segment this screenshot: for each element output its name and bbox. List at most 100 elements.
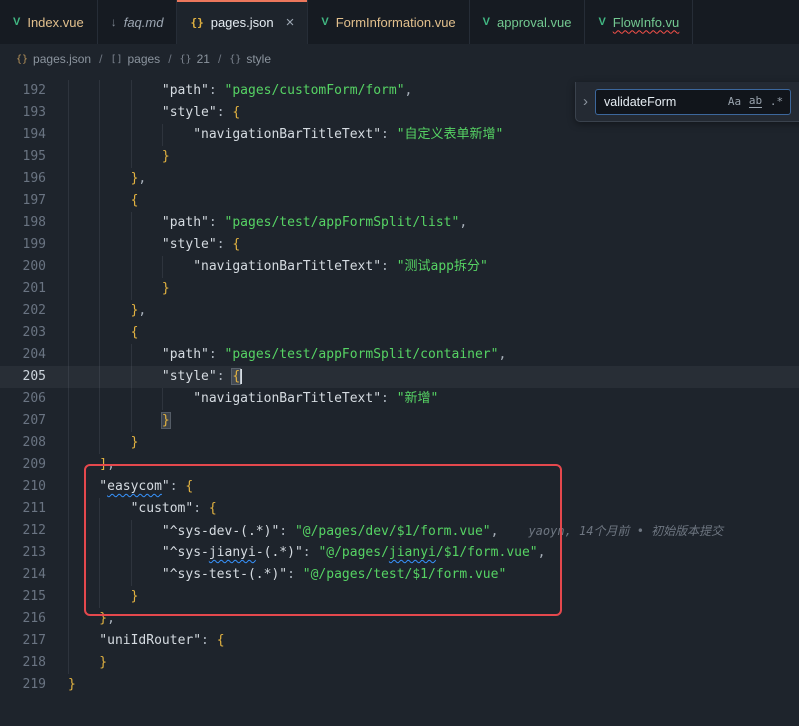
line-number[interactable]: 214 — [0, 564, 68, 586]
code-token: : — [381, 259, 397, 274]
indent-guide — [68, 630, 99, 652]
symbol-icon: {} — [180, 54, 192, 65]
code-token: "navigationBarTitleText" — [193, 391, 381, 406]
line-number[interactable]: 215 — [0, 586, 68, 608]
code-line-203[interactable]: 203{ — [0, 322, 799, 344]
code-line-198[interactable]: 198"path": "pages/test/appFormSplit/list… — [0, 212, 799, 234]
indent-guide — [68, 322, 99, 344]
editor[interactable]: 192"path": "pages/customForm/form",193"s… — [0, 74, 799, 726]
line-number[interactable]: 219 — [0, 674, 68, 696]
line-number[interactable]: 202 — [0, 300, 68, 322]
code-line-212[interactable]: 212"^sys-dev-(.*)": "@/pages/dev/$1/form… — [0, 520, 799, 542]
code-line-214[interactable]: 214"^sys-test-(.*)": "@/pages/test/$1/fo… — [0, 564, 799, 586]
code-line-219[interactable]: 219} — [0, 674, 799, 696]
regex-button[interactable]: .* — [767, 92, 786, 111]
line-number[interactable]: 197 — [0, 190, 68, 212]
tab-index-vue[interactable]: VIndex.vue — [0, 0, 98, 44]
code-text: } — [68, 674, 799, 696]
line-number[interactable]: 192 — [0, 80, 68, 102]
code-token: { — [131, 193, 139, 208]
line-number[interactable]: 199 — [0, 234, 68, 256]
line-number[interactable]: 208 — [0, 432, 68, 454]
code-token: "^sys-dev-(.*)" — [162, 524, 279, 539]
breadcrumb-item-pages.json[interactable]: {}pages.json — [16, 52, 91, 66]
indent-guide — [131, 388, 162, 410]
code-line-211[interactable]: 211"custom": { — [0, 498, 799, 520]
tab-flowinfo-vu[interactable]: VFlowInfo.vu — [585, 0, 693, 44]
code-line-216[interactable]: 216}, — [0, 608, 799, 630]
code-line-205[interactable]: 205"style": { — [0, 366, 799, 388]
indent-guide — [131, 234, 162, 256]
indent-guide — [99, 410, 130, 432]
code-line-213[interactable]: 213"^sys-jianyi-(.*)": "@/pages/jianyi/$… — [0, 542, 799, 564]
breadcrumb-separator: / — [218, 52, 221, 66]
line-number[interactable]: 217 — [0, 630, 68, 652]
code-line-217[interactable]: 217"uniIdRouter": { — [0, 630, 799, 652]
code-line-196[interactable]: 196}, — [0, 168, 799, 190]
tab-pages-json[interactable]: {}pages.json× — [177, 0, 308, 44]
code-text: } — [68, 146, 799, 168]
find-input[interactable]: validateForm Aa ab .* — [595, 89, 791, 115]
indent-guide — [131, 410, 162, 432]
code-line-194[interactable]: 194"navigationBarTitleText": "自定义表单新增" — [0, 124, 799, 146]
close-tab-icon[interactable]: × — [286, 15, 295, 30]
code-line-200[interactable]: 200"navigationBarTitleText": "测试app拆分" — [0, 256, 799, 278]
line-number[interactable]: 198 — [0, 212, 68, 234]
line-number[interactable]: 203 — [0, 322, 68, 344]
line-number[interactable]: 213 — [0, 542, 68, 564]
code-line-204[interactable]: 204"path": "pages/test/appFormSplit/cont… — [0, 344, 799, 366]
line-number[interactable]: 211 — [0, 498, 68, 520]
tab-label: FormInformation.vue — [336, 15, 456, 30]
code-line-208[interactable]: 208} — [0, 432, 799, 454]
code-line-202[interactable]: 202}, — [0, 300, 799, 322]
whole-word-button[interactable]: ab — [746, 92, 765, 111]
code-token: , — [405, 83, 413, 98]
line-number[interactable]: 206 — [0, 388, 68, 410]
line-number[interactable]: 196 — [0, 168, 68, 190]
chevron-right-icon[interactable]: › — [583, 94, 588, 109]
match-case-button[interactable]: Aa — [725, 92, 744, 111]
code-line-206[interactable]: 206"navigationBarTitleText": "新增" — [0, 388, 799, 410]
tab-approval-vue[interactable]: Vapproval.vue — [470, 0, 586, 44]
code-text: "^sys-test-(.*)": "@/pages/test/$1/form.… — [68, 564, 799, 586]
code-line-197[interactable]: 197 { — [0, 190, 799, 212]
code-text: "^sys-dev-(.*)": "@/pages/dev/$1/form.vu… — [68, 520, 799, 542]
line-number[interactable]: 204 — [0, 344, 68, 366]
text-cursor — [240, 369, 242, 384]
indent-guide — [68, 344, 99, 366]
code-token: , — [107, 611, 115, 626]
breadcrumb-item-pages[interactable]: []pages — [110, 52, 160, 66]
line-number[interactable]: 200 — [0, 256, 68, 278]
line-number[interactable]: 207 — [0, 410, 68, 432]
code-line-209[interactable]: 209], — [0, 454, 799, 476]
indent-guide — [68, 256, 99, 278]
indent-guide — [99, 498, 130, 520]
code-token: "navigationBarTitleText" — [193, 127, 381, 142]
breadcrumb-item-style[interactable]: {}style — [229, 52, 271, 66]
code-line-218[interactable]: 218} — [0, 652, 799, 674]
line-number[interactable]: 218 — [0, 652, 68, 674]
line-number[interactable]: 195 — [0, 146, 68, 168]
tab-forminformation-vue[interactable]: VFormInformation.vue — [308, 0, 469, 44]
code-token: "@/pages/dev/$1/form.vue" — [295, 524, 491, 539]
line-number[interactable]: 201 — [0, 278, 68, 300]
line-number[interactable]: 209 — [0, 454, 68, 476]
code-line-195[interactable]: 195} — [0, 146, 799, 168]
code-line-201[interactable]: 201} — [0, 278, 799, 300]
line-number[interactable]: 210 — [0, 476, 68, 498]
line-number[interactable]: 216 — [0, 608, 68, 630]
code-line-210[interactable]: 210"easycom": { — [0, 476, 799, 498]
line-number[interactable]: 194 — [0, 124, 68, 146]
line-number[interactable]: 193 — [0, 102, 68, 124]
indent-guide — [99, 344, 130, 366]
code-line-199[interactable]: 199"style": { — [0, 234, 799, 256]
tab-faq-md[interactable]: ↓faq.md — [98, 0, 178, 44]
breadcrumb-separator: / — [99, 52, 102, 66]
breadcrumb-item-21[interactable]: {}21 — [180, 52, 210, 66]
line-number[interactable]: 205 — [0, 366, 68, 388]
breadcrumb: {}pages.json/[]pages/{}21/{}style — [0, 44, 799, 74]
line-number[interactable]: 212 — [0, 520, 68, 542]
code-text: } — [68, 586, 799, 608]
code-line-207[interactable]: 207} — [0, 410, 799, 432]
code-line-215[interactable]: 215} — [0, 586, 799, 608]
